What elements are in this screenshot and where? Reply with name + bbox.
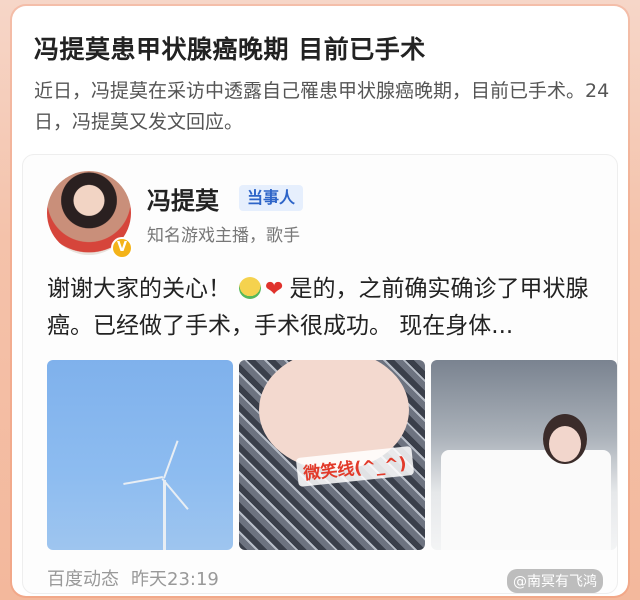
watermark: @南冥有飞鸿 xyxy=(507,569,603,593)
photo-grid: 微笑线(^_^) xyxy=(47,360,617,550)
heart-emoji-icon: ❤ xyxy=(265,277,284,302)
post-text[interactable]: 谢谢大家的关心！ ❤ 是的，之前确实确诊了甲状腺癌。已经做了手术，手术很成功。 现在… xyxy=(47,271,607,345)
post-source[interactable]: 百度动态 xyxy=(47,569,119,590)
article-summary: 近日，冯提莫在采访中透露自己罹患甲状腺癌晚期，目前已手术。24日，冯提莫又发文回… xyxy=(34,80,610,133)
hospital-bed xyxy=(441,450,611,550)
article-headline[interactable]: 冯提莫患甲状腺癌晚期 目前已手术 xyxy=(34,30,614,66)
turbine-blade xyxy=(123,476,163,485)
author-name[interactable]: 冯提莫 xyxy=(147,181,219,216)
news-card: 冯提莫患甲状腺癌晚期 目前已手术 近日，冯提莫在采访中透露自己罹患甲状腺癌晚期，… xyxy=(12,6,628,596)
role-badge: 当事人 xyxy=(239,185,304,211)
post-text-intro: 谢谢大家的关心！ xyxy=(47,276,231,302)
post-footer: 百度动态 昨天23:19 xyxy=(47,565,219,591)
post-time: 昨天23:19 xyxy=(131,569,219,590)
photo-hospital-bed[interactable] xyxy=(431,360,617,550)
social-post[interactable]: V 冯提莫 当事人 知名游戏主播，歌手 谢谢大家的关心！ ❤ 是的，之前确实确诊了甲… xyxy=(22,154,618,594)
turbine-blade xyxy=(163,440,179,479)
author-description: 知名游戏主播，歌手 xyxy=(147,226,300,246)
turbine-pole xyxy=(163,480,166,550)
patient-face xyxy=(549,426,581,462)
photo-neck-scar[interactable]: 微笑线(^_^) xyxy=(239,360,425,550)
photo-wind-turbine[interactable] xyxy=(47,360,233,550)
hug-emoji-icon xyxy=(239,277,261,299)
verified-icon: V xyxy=(111,237,133,259)
